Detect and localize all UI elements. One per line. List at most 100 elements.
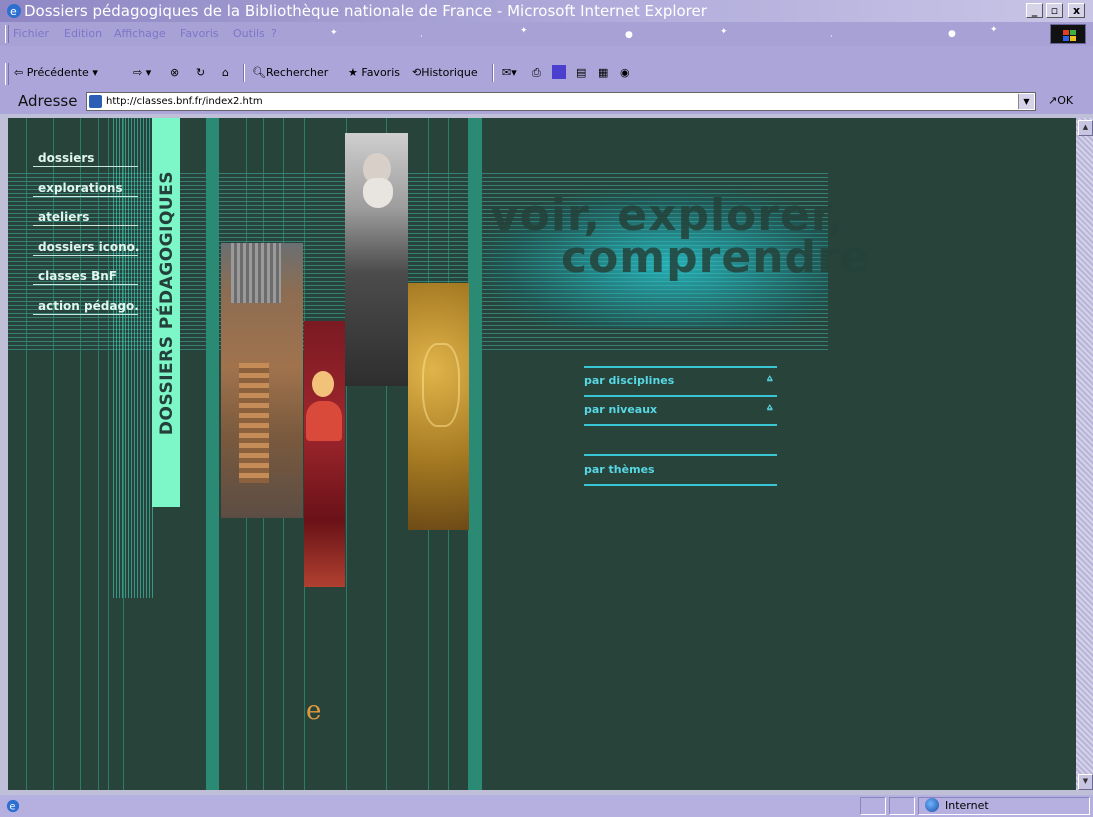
address-input[interactable]: http://classes.bnf.fr/index2.htm ▼ — [86, 92, 1036, 111]
menu-divider — [584, 366, 777, 368]
zone-label: Internet — [945, 799, 989, 812]
svg-text:e: e — [10, 5, 17, 18]
search-button[interactable]: 🔍︎Rechercher — [252, 64, 328, 82]
restore-button[interactable]: ▫ — [1046, 3, 1063, 18]
chevron-down-icon[interactable]: ⩠ — [767, 374, 772, 384]
menu-grip[interactable] — [5, 25, 9, 43]
address-url: http://classes.bnf.fr/index2.htm — [106, 96, 263, 107]
svg-text:e: e — [10, 802, 16, 813]
refresh-icon[interactable]: ↻ — [196, 64, 205, 82]
nav-dossiers[interactable]: dossiers — [38, 151, 94, 165]
edit-icon[interactable] — [552, 64, 568, 82]
history-button[interactable]: ⟲Historique — [412, 64, 478, 82]
decorative-column — [206, 118, 219, 790]
home-icon[interactable]: ⌂ — [222, 64, 229, 82]
menu-outils[interactable]: Outils — [233, 27, 265, 40]
windows-logo-icon — [1050, 24, 1086, 44]
nav-ateliers[interactable]: ateliers — [38, 210, 89, 224]
media-icon[interactable]: ◉ — [620, 64, 630, 82]
page-content: dossiers explorations ateliers dossiers … — [8, 118, 1076, 790]
back-arrow-icon: ⇦ — [14, 66, 24, 79]
toolbar-separator — [492, 64, 494, 82]
nav-underline — [33, 284, 138, 285]
menu-help[interactable]: ? — [271, 27, 277, 40]
nav-underline — [33, 196, 138, 197]
messenger-icon[interactable]: ▦ — [598, 64, 608, 82]
favorites-button[interactable]: ★ Favoris — [348, 64, 400, 82]
history-label: Historique — [421, 66, 478, 79]
chevron-down-icon[interactable]: ⩠ — [767, 403, 772, 413]
cathedral-image — [221, 243, 303, 518]
back-label: Précédente — [26, 66, 89, 79]
headline-line2: comprendre — [561, 232, 871, 283]
toolbar-separator — [243, 64, 245, 82]
nav-underline — [33, 166, 138, 167]
page-icon — [89, 95, 102, 108]
par-disciplines-link[interactable]: par disciplines ⩠ — [584, 374, 772, 387]
portrait-image — [345, 133, 408, 386]
nav-dossiers-icono[interactable]: dossiers icono. — [38, 240, 139, 254]
par-niveaux-link[interactable]: par niveaux ⩠ — [584, 403, 772, 416]
decorative-line — [98, 118, 99, 790]
ie-logo-icon: e — [7, 4, 21, 18]
par-disciplines-label: par disciplines — [584, 374, 675, 387]
menu-edition[interactable]: Edition — [64, 27, 102, 40]
address-dropdown-icon[interactable]: ▼ — [1018, 94, 1034, 109]
forward-arrow-icon: ⇨ — [133, 66, 143, 79]
illustration-image: e — [304, 321, 345, 726]
search-icon: 🔍︎ — [252, 66, 266, 79]
toolbar-grip[interactable] — [5, 63, 9, 85]
menu-fichier[interactable]: Fichier — [13, 27, 49, 40]
address-label: Adresse — [18, 92, 78, 110]
mail-icon[interactable]: ✉▾ — [502, 64, 517, 82]
address-bar: Adresse http://classes.bnf.fr/index2.htm… — [0, 89, 1093, 114]
nav-explorations[interactable]: explorations — [38, 181, 123, 195]
decorative-line — [26, 118, 27, 790]
window-title: Dossiers pédagogiques de la Bibliothèque… — [24, 2, 707, 20]
nav-action-pedago[interactable]: action pédago. — [38, 299, 139, 313]
minimize-button[interactable]: _ — [1026, 3, 1043, 18]
decorative-line — [108, 118, 109, 790]
favorites-label: Favoris — [361, 66, 400, 79]
print-icon[interactable]: ⎙ — [532, 64, 541, 82]
close-button[interactable]: x — [1068, 3, 1085, 18]
menu-divider — [584, 395, 777, 397]
menu-divider — [584, 454, 777, 456]
status-cell — [889, 797, 915, 815]
gold-artifact-image — [408, 283, 469, 530]
nav-underline — [33, 255, 138, 256]
section-banner: DOSSIERS PÉDAGOGIQUES — [152, 118, 180, 507]
favorites-icon: ★ — [348, 66, 358, 79]
menu-favoris[interactable]: Favoris — [180, 27, 219, 40]
menu-divider — [584, 484, 777, 486]
status-bar: e Internet — [0, 795, 1093, 817]
go-arrow-icon: ↗ — [1048, 94, 1058, 107]
menu-affichage[interactable]: Affichage — [114, 27, 166, 40]
go-label: OK — [1057, 94, 1074, 107]
history-icon: ⟲ — [412, 66, 422, 79]
security-zone: Internet — [925, 798, 989, 812]
status-cell — [860, 797, 886, 815]
search-label: Rechercher — [265, 66, 329, 79]
discuss-icon[interactable]: ▤ — [576, 64, 586, 82]
stop-icon[interactable]: ⊗ — [170, 64, 179, 82]
decorative-column — [468, 118, 482, 790]
section-title: DOSSIERS PÉDAGOGIQUES — [157, 170, 177, 436]
scroll-down-icon[interactable]: ▼ — [1078, 774, 1093, 790]
scroll-up-icon[interactable]: ▲ — [1078, 120, 1093, 136]
back-button[interactable]: ⇦ Précédente ▾ — [14, 64, 98, 82]
nav-underline — [33, 225, 138, 226]
vertical-scrollbar[interactable]: ▲ ▼ — [1076, 118, 1093, 790]
page-status-icon: e — [6, 798, 20, 817]
menu-divider — [584, 424, 777, 426]
par-themes-link[interactable]: par thèmes — [584, 463, 655, 476]
go-button[interactable]: ↗OK — [1048, 94, 1073, 107]
standard-toolbar: ⇦ Précédente ▾ ⇨ ▾ ⊗ ↻ ⌂ 🔍︎Rechercher ★ … — [0, 46, 1093, 89]
menu-bar: Fichier Edition Affichage Favoris Outils… — [0, 22, 1093, 46]
par-niveaux-label: par niveaux — [584, 403, 658, 416]
title-bar: e Dossiers pédagogiques de la Bibliothèq… — [0, 0, 1093, 22]
nav-underline — [33, 314, 138, 315]
forward-button[interactable]: ⇨ ▾ — [133, 64, 151, 82]
decorative-line — [123, 118, 124, 790]
nav-classes-bnf[interactable]: classes BnF — [38, 269, 117, 283]
